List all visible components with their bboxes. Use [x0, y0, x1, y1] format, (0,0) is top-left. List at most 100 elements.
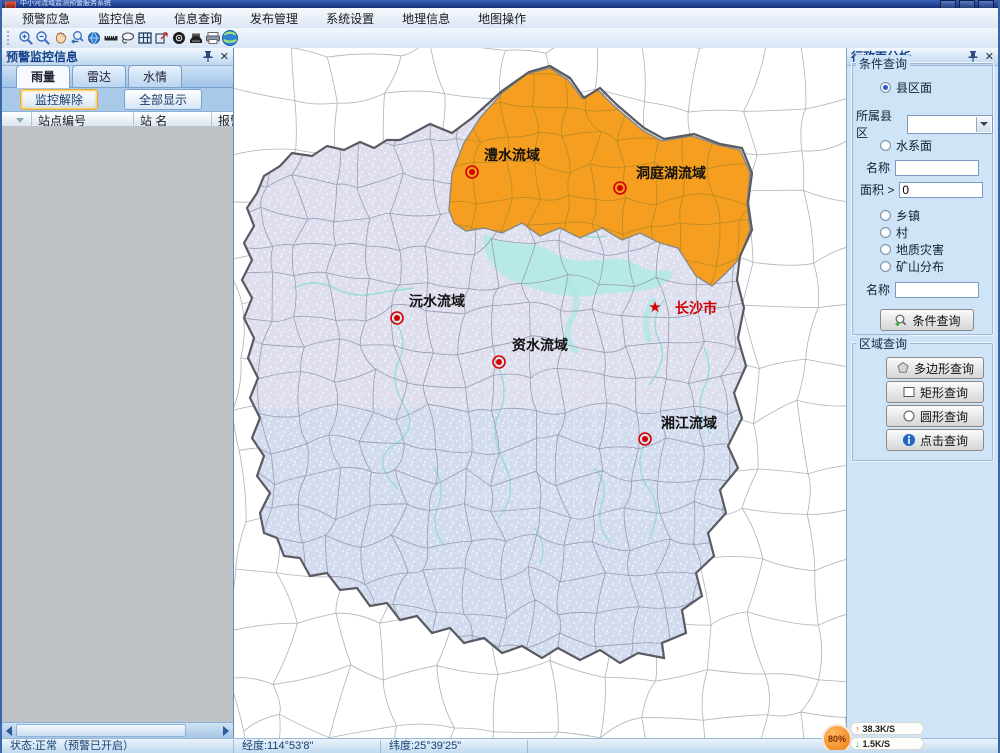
radio-township[interactable]: 乡镇	[880, 207, 920, 224]
city-star-icon: ★	[648, 299, 661, 316]
watershed-label: 沅水流域	[409, 293, 465, 309]
menu-publish-manage[interactable]: 发布管理	[238, 8, 310, 29]
monitor-release-button[interactable]: 监控解除	[20, 89, 98, 110]
city-label: 长沙市	[675, 300, 717, 316]
pin-icon[interactable]	[202, 50, 214, 63]
admin-analysis-panel: 行政面分析 ✕ 条件查询 县区面 所属县区 水系面 名称	[846, 48, 998, 738]
watershed-label: 湘江流域	[661, 415, 717, 431]
radio-icon	[880, 244, 891, 255]
name-input[interactable]	[895, 160, 979, 176]
name2-input[interactable]	[895, 282, 979, 298]
county-select[interactable]	[907, 115, 993, 134]
left-panel-tabs: 雨量 雷达 水情	[2, 66, 233, 88]
radio-icon	[880, 210, 891, 221]
maximize-button[interactable]	[959, 0, 975, 8]
warning-monitor-panel: 预警监控信息 ✕ 雨量 雷达 水情 监控解除 全部显示 站点编号 站 名 报警类…	[2, 48, 234, 738]
menu-system-settings[interactable]: 系统设置	[314, 8, 386, 29]
window-buttons	[940, 0, 994, 8]
menu-info-query[interactable]: 信息查询	[162, 8, 234, 29]
info-icon	[902, 433, 916, 447]
left-panel-buttons: 监控解除 全部显示	[2, 88, 233, 112]
menu-bar: 预警应急 监控信息 信息查询 发布管理 系统设置 地理信息 地图操作	[2, 8, 1000, 29]
left-panel-title: 预警监控信息	[6, 48, 78, 65]
scroll-left-arrow[interactable]	[6, 726, 12, 736]
latitude-readout: 纬度:25°39'25"	[381, 740, 528, 753]
region-query-group: 区域查询 多边形查询 矩形查询 圆形查询 点击查询	[851, 342, 994, 462]
internet-globe-icon[interactable]	[221, 29, 238, 47]
search-plus-icon	[893, 313, 908, 328]
radio-icon	[880, 227, 891, 238]
station-table-body[interactable]	[2, 126, 233, 723]
radio-water-system[interactable]: 水系面	[880, 137, 932, 154]
sort-icon	[16, 118, 24, 123]
menu-geo-info[interactable]: 地理信息	[390, 8, 462, 29]
watershed-label: 资水流域	[512, 337, 568, 353]
pan-hand-icon[interactable]	[51, 29, 68, 47]
menu-warning-emergency[interactable]: 预警应急	[10, 8, 82, 29]
lasso-select-icon[interactable]	[119, 29, 136, 47]
network-percent-badge: 80%	[822, 724, 852, 753]
minimize-button[interactable]	[940, 0, 956, 8]
window-title: 中小河流域监测预警服务系统	[20, 0, 111, 7]
print-icon[interactable]	[204, 29, 221, 47]
polygon-query-button[interactable]: 多边形查询	[886, 357, 984, 379]
radio-icon	[880, 82, 891, 93]
area-input[interactable]	[899, 182, 983, 198]
export-icon[interactable]	[153, 29, 170, 47]
horizontal-scrollbar[interactable]	[2, 722, 233, 738]
circle-icon	[902, 409, 916, 423]
radio-icon	[880, 140, 891, 151]
show-all-button[interactable]: 全部显示	[124, 89, 202, 110]
radio-geo-disaster[interactable]: 地质灾害	[880, 241, 944, 258]
toolbar	[2, 28, 1000, 49]
down-arrow-icon: ↓	[855, 739, 860, 749]
upload-speed: ↑ 38.3K/S	[850, 722, 924, 735]
scroll-right-arrow[interactable]	[223, 726, 229, 736]
full-extent-globe-icon[interactable]	[85, 29, 102, 47]
condition-query-group: 条件查询 县区面 所属县区 水系面 名称 面积 >	[851, 62, 994, 336]
zoom-previous-icon[interactable]	[68, 29, 85, 47]
area-field-label: 面积 >	[860, 181, 894, 198]
chevron-down-icon[interactable]	[976, 117, 991, 132]
record-icon[interactable]	[170, 29, 187, 47]
status-text: 状态:正常（预警已开启）	[2, 740, 234, 753]
download-speed: ↓ 1.5K/S	[850, 737, 924, 750]
grid-view-icon[interactable]	[136, 29, 153, 47]
toolbar-grip	[7, 31, 14, 45]
name-field-label: 名称	[866, 159, 890, 176]
region-query-label: 区域查询	[856, 335, 910, 352]
map-canvas[interactable]: 澧水流域洞庭湖流域沅水流域资水流域湘江流域 ★ 长沙市	[234, 48, 846, 738]
rectangle-icon	[902, 385, 916, 399]
click-query-button[interactable]: 点击查询	[886, 429, 984, 451]
left-panel-titlebar: 预警监控信息 ✕	[2, 48, 233, 66]
condition-query-label: 条件查询	[856, 55, 910, 72]
map-container: 澧水流域洞庭湖流域沅水流域资水流域湘江流域 ★ 长沙市	[234, 48, 846, 738]
name2-field-label: 名称	[866, 281, 890, 298]
zoom-in-icon[interactable]	[17, 29, 34, 47]
circle-query-button[interactable]: 圆形查询	[886, 405, 984, 427]
network-monitor-widget[interactable]: 80% ↑ 38.3K/S ↓ 1.5K/S	[822, 722, 972, 753]
menu-map-operation[interactable]: 地图操作	[466, 8, 538, 29]
menu-monitor-info[interactable]: 监控信息	[86, 8, 158, 29]
watershed-label: 洞庭湖流域	[636, 165, 706, 181]
longitude-readout: 经度:114°53'8"	[234, 740, 381, 753]
close-panel-icon[interactable]: ✕	[220, 50, 229, 63]
watershed-label: 澧水流域	[484, 147, 540, 163]
app-window: 中小河流域监测预警服务系统 预警应急 监控信息 信息查询 发布管理 系统设置 地…	[0, 0, 1000, 753]
tab-radar[interactable]: 雷达	[72, 65, 126, 87]
radio-mine-distribution[interactable]: 矿山分布	[880, 258, 944, 275]
polygon-icon	[896, 361, 910, 375]
radio-village[interactable]: 村	[880, 224, 908, 241]
condition-query-button[interactable]: 条件查询	[880, 309, 974, 331]
scrollbar-thumb[interactable]	[16, 724, 186, 737]
rectangle-query-button[interactable]: 矩形查询	[886, 381, 984, 403]
measure-ruler-icon[interactable]	[102, 29, 119, 47]
up-arrow-icon: ↑	[855, 724, 860, 734]
stack-icon[interactable]	[187, 29, 204, 47]
radio-county-area[interactable]: 县区面	[880, 79, 932, 96]
tab-water-regime[interactable]: 水情	[128, 65, 182, 87]
tab-rainfall[interactable]: 雨量	[16, 65, 70, 88]
zoom-out-icon[interactable]	[34, 29, 51, 47]
close-button[interactable]	[978, 0, 994, 8]
county-select-label: 所属县区	[856, 107, 903, 141]
